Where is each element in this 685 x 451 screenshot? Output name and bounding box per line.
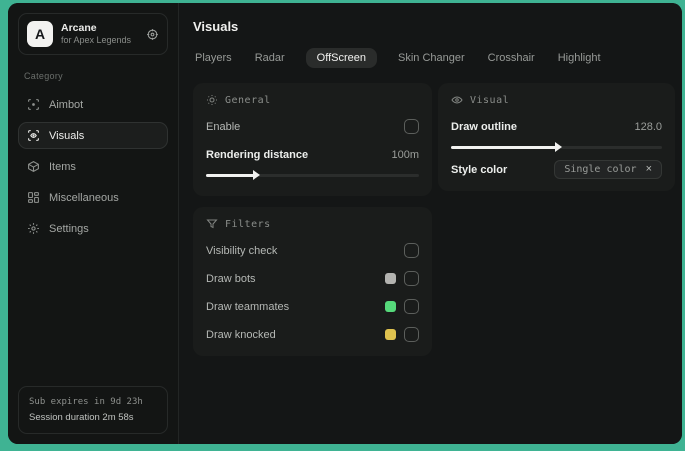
app-logo: A bbox=[27, 21, 53, 47]
sidebar-item-aimbot[interactable]: Aimbot bbox=[18, 91, 168, 118]
draw-outline-slider[interactable] bbox=[451, 141, 662, 153]
sidebar: A Arcane for Apex Legends Category Aimbo… bbox=[8, 3, 179, 444]
sidebar-item-label: Aimbot bbox=[49, 98, 84, 111]
card-header: Filters bbox=[225, 218, 271, 230]
rendering-distance-slider[interactable] bbox=[206, 169, 419, 181]
filter-row-draw-bots: Draw bots bbox=[206, 268, 419, 289]
sub-expires-text: Sub expires in 9d 23h bbox=[29, 397, 143, 408]
visual-card: Visual Draw outline 128.0 Style color Si… bbox=[438, 83, 675, 191]
card-header: Visual bbox=[470, 94, 510, 106]
subscription-panel: Sub expires in 9d 23h Session duration 2… bbox=[18, 386, 168, 434]
sidebar-item-label: Items bbox=[49, 160, 76, 173]
draw-knocked-checkbox[interactable] bbox=[404, 327, 419, 342]
main-panel: Visuals Players Radar OffScreen Skin Cha… bbox=[179, 3, 682, 444]
tab-highlight[interactable]: Highlight bbox=[556, 48, 603, 68]
sidebar-item-visuals[interactable]: Visuals bbox=[18, 122, 168, 149]
gear-icon bbox=[27, 222, 40, 235]
rendering-distance-value: 100m bbox=[391, 148, 419, 161]
eye-icon bbox=[451, 94, 463, 106]
category-label: Category bbox=[24, 71, 63, 81]
visibility-check-checkbox[interactable] bbox=[404, 243, 419, 258]
draw-teammates-checkbox[interactable] bbox=[404, 299, 419, 314]
cube-icon bbox=[27, 160, 40, 173]
app-title: Arcane bbox=[61, 21, 97, 34]
tab-radar[interactable]: Radar bbox=[253, 48, 287, 68]
draw-teammates-color-swatch[interactable] bbox=[385, 301, 396, 312]
filter-row-visibility-check: Visibility check bbox=[206, 240, 419, 261]
slider-thumb[interactable] bbox=[554, 142, 562, 152]
session-duration-text: Session duration 2m 58s bbox=[29, 411, 134, 423]
sidebar-item-label: Visuals bbox=[49, 129, 85, 142]
card-header: General bbox=[225, 94, 271, 106]
draw-bots-color-swatch[interactable] bbox=[385, 273, 396, 284]
layout-grid-icon bbox=[27, 191, 40, 204]
sidebar-item-miscellaneous[interactable]: Miscellaneous bbox=[18, 184, 168, 211]
filter-row-draw-knocked: Draw knocked bbox=[206, 324, 419, 345]
sidebar-item-label: Settings bbox=[49, 222, 89, 235]
tab-bar: Players Radar OffScreen Skin Changer Cro… bbox=[193, 48, 675, 68]
tab-players[interactable]: Players bbox=[193, 48, 234, 68]
tab-skin-changer[interactable]: Skin Changer bbox=[396, 48, 467, 68]
eye-scan-icon bbox=[27, 129, 40, 142]
enable-label: Enable bbox=[206, 120, 241, 133]
tab-offscreen[interactable]: OffScreen bbox=[305, 48, 377, 68]
tab-crosshair[interactable]: Crosshair bbox=[486, 48, 537, 68]
sidebar-item-label: Miscellaneous bbox=[49, 191, 119, 204]
brand-card: A Arcane for Apex Legends bbox=[18, 13, 168, 55]
draw-knocked-color-swatch[interactable] bbox=[385, 329, 396, 340]
sidebar-item-settings[interactable]: Settings bbox=[18, 215, 168, 242]
sidebar-item-items[interactable]: Items bbox=[18, 153, 168, 180]
draw-bots-checkbox[interactable] bbox=[404, 271, 419, 286]
slider-thumb[interactable] bbox=[252, 170, 260, 180]
style-color-label: Style color bbox=[451, 163, 508, 176]
rendering-distance-label: Rendering distance bbox=[206, 148, 309, 161]
app-subtitle: for Apex Legends bbox=[61, 34, 132, 45]
crosshair-scan-icon bbox=[27, 98, 40, 111]
enable-checkbox[interactable] bbox=[404, 119, 419, 134]
target-icon[interactable] bbox=[146, 28, 159, 41]
filters-card: Filters Visibility check Draw bots Draw … bbox=[193, 207, 432, 356]
style-color-select[interactable]: Single color × bbox=[554, 160, 662, 179]
page-title: Visuals bbox=[193, 19, 239, 34]
clear-icon[interactable]: × bbox=[646, 164, 652, 175]
draw-outline-value: 128.0 bbox=[634, 120, 662, 133]
draw-outline-label: Draw outline bbox=[451, 120, 518, 133]
sun-icon bbox=[206, 94, 218, 106]
filter-row-draw-teammates: Draw teammates bbox=[206, 296, 419, 317]
general-card: General Enable Rendering distance 100m bbox=[193, 83, 432, 196]
funnel-icon bbox=[206, 218, 218, 230]
style-color-value: Single color bbox=[564, 164, 637, 175]
app-window: A Arcane for Apex Legends Category Aimbo… bbox=[8, 3, 682, 444]
